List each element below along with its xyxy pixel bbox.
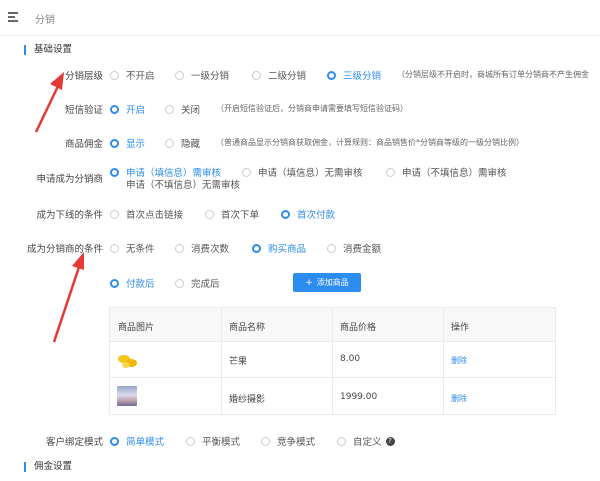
apply-row: 申请成为分销商 申请（填信息）需审核 申请（填信息）无需审核 申请（不填信息）需… — [0, 165, 600, 191]
header-name: 商品名称 — [229, 323, 266, 333]
table-row-0-name: 芒果 — [229, 357, 248, 367]
radio-checked-icon — [327, 70, 336, 80]
commission-row: 商品佣金 显示 隐藏 （普通商品显示分销商获取佣金，计算规则：商品销售价*分销商… — [0, 134, 600, 150]
radio-icon — [242, 167, 251, 177]
header-price: 商品价格 — [340, 323, 377, 333]
radio-icon — [110, 243, 119, 253]
radio-icon — [175, 243, 184, 253]
radio-checked-icon — [110, 436, 119, 446]
become-option-3[interactable]: 消费金额 — [327, 241, 381, 255]
sms-label: 短信验证 — [64, 105, 103, 116]
section-title-commission: 佣金设置 — [24, 462, 72, 472]
level-label: 分销层级 — [64, 71, 103, 82]
commission-option-1[interactable]: 隐藏 — [165, 136, 200, 150]
apply-option-1[interactable]: 申请（填信息）无需审核 — [242, 165, 363, 179]
radio-icon — [261, 436, 270, 446]
timing-option-1[interactable]: 完成后 — [175, 276, 220, 290]
radio-icon — [175, 278, 184, 288]
apply-option-3[interactable]: 申请（不填信息）无需审核 — [110, 177, 240, 191]
table-row-0-delete[interactable]: 删除 — [451, 355, 467, 366]
header-image: 商品图片 — [118, 323, 155, 333]
binding-label: 客户绑定模式 — [45, 437, 103, 448]
commission-label: 商品佣金 — [64, 139, 103, 150]
become-label: 成为分销商的条件 — [26, 244, 103, 255]
downline-label: 成为下线的条件 — [36, 210, 103, 221]
timing-option-0[interactable]: 付款后 — [110, 276, 155, 290]
product-table: 商品图片 商品名称 商品价格 操作 芒果 8.00 删除 婚纱摄影 1999.0… — [109, 307, 556, 415]
downline-option-2[interactable]: 首次付款 — [281, 207, 335, 221]
binding-option-1[interactable]: 平衡模式 — [186, 434, 240, 448]
add-product-button[interactable]: + 添加商品 — [293, 273, 361, 292]
radio-icon — [252, 70, 261, 80]
downline-row: 成为下线的条件 首次点击链接 首次下单 首次付款 — [0, 205, 600, 221]
apply-label: 申请成为分销商 — [36, 174, 103, 185]
sms-option-0[interactable]: 开启 — [110, 102, 145, 116]
table-row-1-delete[interactable]: 删除 — [451, 393, 467, 404]
binding-option-2[interactable]: 竞争模式 — [261, 434, 315, 448]
radio-icon — [205, 209, 214, 219]
level-row: 分销层级 不开启 一级分销 二级分销 三级分销 （分销层级不开启时，商城所有订单… — [0, 66, 600, 82]
sms-option-1[interactable]: 关闭 — [165, 102, 200, 116]
binding-option-3[interactable]: 自定义? — [337, 434, 395, 448]
question-icon[interactable]: ? — [385, 436, 395, 446]
radio-icon — [327, 243, 336, 253]
level-option-3[interactable]: 三级分销 — [327, 68, 381, 82]
level-option-0[interactable]: 不开启 — [110, 68, 155, 82]
table-row-1-price: 1999.00 — [340, 392, 378, 402]
binding-row: 客户绑定模式 简单模式 平衡模式 竞争模式 自定义? — [0, 432, 600, 448]
radio-icon — [165, 138, 174, 148]
become-option-2[interactable]: 购买商品 — [252, 241, 306, 255]
mango-image — [118, 355, 137, 368]
radio-icon — [337, 436, 346, 446]
radio-checked-icon — [110, 278, 119, 288]
become-row: 成为分销商的条件 无条件 消费次数 购买商品 消费金额 — [0, 239, 600, 255]
table-row-0-price: 8.00 — [340, 354, 361, 364]
binding-option-0[interactable]: 简单模式 — [110, 434, 164, 448]
menu-icon[interactable] — [8, 12, 18, 22]
radio-icon — [165, 104, 174, 114]
section-title-basic: 基础设置 — [24, 45, 72, 55]
table-row-1-name: 婚纱摄影 — [229, 395, 266, 405]
radio-icon — [175, 70, 184, 80]
radio-checked-icon — [110, 138, 119, 148]
radio-icon — [110, 70, 119, 80]
radio-icon — [386, 167, 395, 177]
radio-checked-icon — [252, 243, 261, 253]
level-hint: （分销层级不开启时，商城所有订单分销商不产生佣金 — [397, 70, 589, 79]
radio-checked-icon — [110, 167, 119, 177]
become-option-1[interactable]: 消费次数 — [175, 241, 229, 255]
page-title: 分销 — [35, 15, 55, 26]
radio-checked-icon — [281, 209, 290, 219]
apply-option-2[interactable]: 申请（不填信息）需审核 — [386, 165, 507, 179]
downline-option-0[interactable]: 首次点击链接 — [110, 207, 183, 221]
commission-option-0[interactable]: 显示 — [110, 136, 145, 150]
level-option-2[interactable]: 二级分销 — [252, 68, 306, 82]
commission-hint: （普通商品显示分销商获取佣金，计算规则：商品销售价*分销商等级的一级分销比例） — [216, 138, 524, 147]
sms-hint: （开启短信验证后，分销商申请需要填写短信验证码） — [216, 104, 408, 113]
radio-checked-icon — [110, 104, 119, 114]
header-action: 操作 — [451, 323, 470, 333]
become-option-0[interactable]: 无条件 — [110, 241, 155, 255]
downline-option-1[interactable]: 首次下单 — [205, 207, 259, 221]
radio-icon — [186, 436, 195, 446]
level-option-1[interactable]: 一级分销 — [175, 68, 229, 82]
plus-icon: + — [305, 277, 313, 288]
top-bar: 分销 — [0, 0, 600, 36]
annotation-arrow-bottom — [52, 252, 84, 343]
sms-row: 短信验证 开启 关闭 （开启短信验证后，分销商申请需要填写短信验证码） — [0, 100, 600, 116]
wedding-photo-image — [117, 386, 137, 406]
radio-icon — [110, 209, 119, 219]
